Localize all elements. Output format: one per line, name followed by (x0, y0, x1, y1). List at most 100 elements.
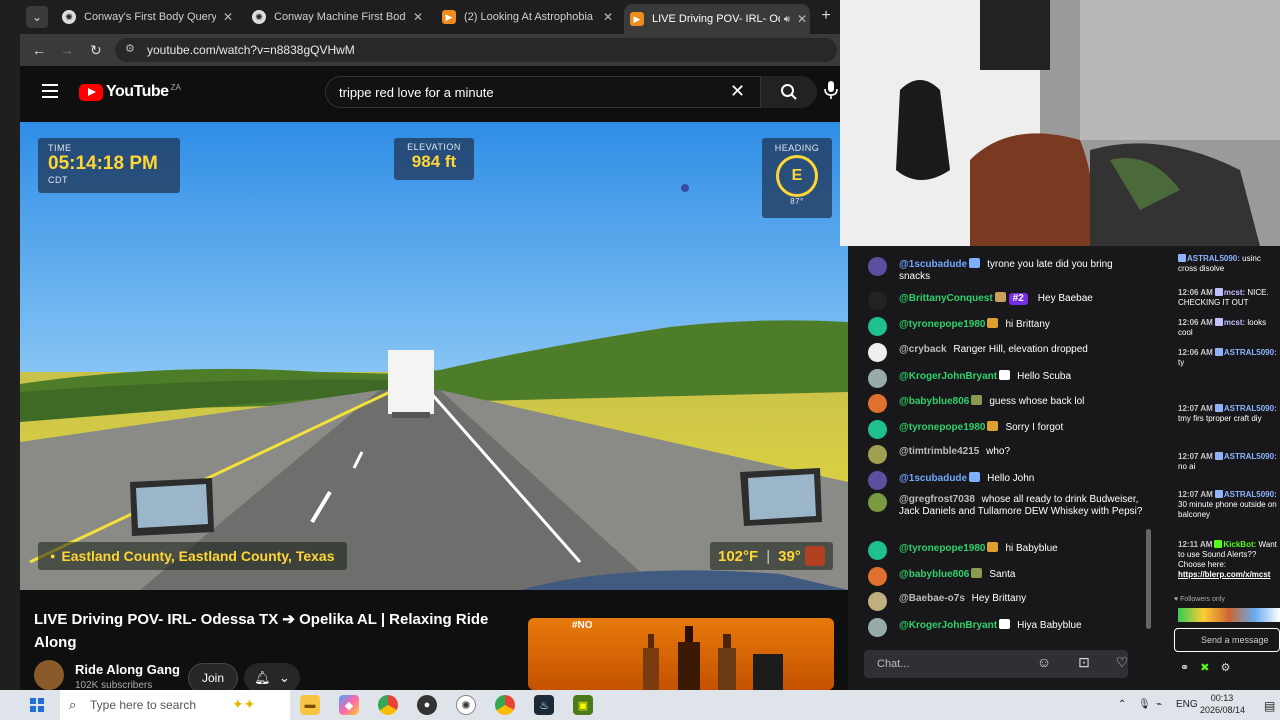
video-player[interactable]: TIME 05:14:18 PM CDT ELEVATION 984 ft HE… (20, 122, 848, 590)
chat-avatar[interactable] (868, 445, 887, 464)
chat-scrollbar[interactable] (1146, 529, 1151, 629)
reload-icon[interactable]: ↻ (90, 42, 102, 59)
chat-avatar[interactable] (868, 369, 887, 388)
stream-chat-username[interactable]: ASTRAL5090: (1224, 404, 1277, 413)
chat-avatar[interactable] (868, 291, 887, 310)
heading-overlay: HEADING E 87° (762, 138, 832, 218)
tab-1[interactable]: ✺ Conway Machine First Body De ✕ (246, 4, 426, 30)
notification-button[interactable]: 🔔︎ ⌄ (244, 663, 300, 693)
search-input[interactable]: trippe red love for a minute (325, 76, 761, 108)
stream-chat-username[interactable]: ASTRAL5090: (1187, 254, 1240, 263)
search-button[interactable] (761, 76, 817, 108)
chat-avatar[interactable] (868, 541, 887, 560)
chat-username[interactable]: @tyronepope1980 (899, 319, 985, 330)
chat-username[interactable]: @tyronepope1980 (899, 543, 985, 554)
chat-username[interactable]: @tyronepope1980 (899, 422, 985, 433)
chat-username[interactable]: @1scubadude (899, 259, 967, 270)
windows-start-icon[interactable] (30, 698, 44, 712)
chat-avatar[interactable] (868, 493, 887, 512)
copilot-icon[interactable]: ◆ (339, 695, 359, 715)
openai-icon[interactable]: ✺ (456, 695, 476, 715)
stream-chat-username[interactable]: ASTRAL5090: (1224, 490, 1277, 499)
stream-chat-username[interactable]: KickBot: (1223, 540, 1256, 549)
steam-icon[interactable]: ♨ (534, 695, 554, 715)
language-indicator[interactable]: ENG (1176, 699, 1198, 710)
chat-avatar[interactable] (868, 394, 887, 413)
user-badge-icon (969, 472, 981, 482)
chat-username[interactable]: @KrogerJohnBryant (899, 371, 997, 382)
close-tab-icon[interactable]: ✕ (220, 10, 236, 24)
ad-banner[interactable]: #NO (528, 618, 834, 690)
chat-message-body: @tyronepope1980 Sorry I forgot (899, 421, 1144, 434)
emote-row[interactable] (1178, 608, 1280, 622)
chat-avatar[interactable] (868, 471, 887, 490)
chat-avatar[interactable] (868, 317, 887, 336)
channel-avatar[interactable] (34, 660, 64, 690)
github-icon[interactable]: ● (417, 695, 437, 715)
taskbar-clock[interactable]: 00:13 2026/08/14 (1200, 692, 1245, 716)
user-badge-icon (987, 421, 999, 431)
tab-0[interactable]: ✺ Conway's First Body Query ✕ (56, 4, 236, 30)
chat-username[interactable]: @gregfrost7038 (899, 494, 975, 505)
chat-avatar[interactable] (868, 343, 887, 362)
settings-icon[interactable]: ⚙ (1221, 662, 1231, 674)
new-tab-button[interactable]: + (816, 6, 836, 26)
gift-icon[interactable]: ⊡ (1074, 654, 1094, 674)
send-message-input[interactable]: Send a message (1174, 628, 1280, 652)
stream-chat-username[interactable]: mcst: (1224, 288, 1245, 297)
chat-username[interactable]: @timtrimble4215 (899, 446, 979, 457)
tab-2[interactable]: ▶ (2) Looking At Astrophobia Ima ✕ (436, 4, 616, 30)
url-field[interactable]: ⚙ youtube.com/watch?v=n8838gQVHwM (115, 38, 837, 62)
minecraft-icon[interactable]: ▣ (573, 695, 593, 715)
chat-username[interactable]: @Baebae-o7s (899, 593, 965, 604)
notifications-icon[interactable]: ▤ (1264, 699, 1275, 713)
back-icon[interactable]: ← (32, 42, 46, 58)
logo-text: YouTube (106, 83, 169, 100)
chat-username[interactable]: @cryback (899, 344, 947, 355)
chat-username[interactable]: @babyblue806 (899, 396, 969, 407)
stream-chat-username[interactable]: mcst: (1224, 318, 1245, 327)
kick-icon[interactable]: ✖ (1200, 662, 1209, 674)
menu-icon[interactable] (42, 84, 58, 98)
speaker-icon[interactable]: 🔊︎ (784, 14, 790, 25)
chat-avatar[interactable] (868, 420, 887, 439)
forward-icon[interactable]: → (60, 42, 74, 58)
chat-username[interactable]: @BrittanyConquest (899, 293, 993, 304)
tab-search-button[interactable]: ⌄ (26, 6, 48, 28)
close-tab-icon[interactable]: ✕ (600, 10, 616, 24)
stream-chat-link[interactable]: https://blerp.com/x/mcst (1178, 570, 1270, 579)
temp-divider: | (766, 547, 771, 565)
heart-icon[interactable]: ♡ (1112, 654, 1132, 674)
stream-chat-username[interactable]: ASTRAL5090: (1224, 452, 1277, 461)
chat-username[interactable]: @KrogerJohnBryant (899, 620, 997, 631)
stream-chat-username[interactable]: ASTRAL5090: (1224, 348, 1277, 357)
taskbar-search-input[interactable]: ⌕ Type here to search ✦✦ (60, 690, 290, 720)
live-chat: @1scubadude tyrone you late did you bring… (848, 246, 1156, 690)
file-explorer-icon[interactable]: ▬ (300, 695, 320, 715)
chat-message-body: @babyblue806 guess whose back lol (899, 395, 1144, 408)
chat-avatar[interactable] (868, 567, 887, 586)
join-button[interactable]: Join (188, 663, 238, 693)
emoji-icon[interactable]: ☺ (1034, 654, 1054, 674)
chat-avatar[interactable] (868, 592, 887, 611)
chat-avatar[interactable] (868, 257, 887, 276)
chat-username[interactable]: @babyblue806 (899, 569, 969, 580)
close-tab-icon[interactable]: ✕ (410, 10, 426, 24)
chat-username[interactable]: @1scubadude (899, 473, 967, 484)
youtube-logo[interactable]: YouTube ZA (79, 83, 181, 101)
network-icon[interactable]: ⌁ (1156, 699, 1162, 710)
channel-name[interactable]: Ride Along Gang (75, 662, 180, 677)
site-info-icon[interactable]: ⚙ (125, 42, 135, 55)
message-time: 12:11 AM (1178, 540, 1213, 549)
chrome-icon[interactable] (495, 695, 515, 715)
close-tab-icon[interactable]: ✕ (794, 12, 810, 26)
tab-3-active[interactable]: ▶ LIVE Driving POV- IRL- Ode 🔊︎ ✕ (624, 4, 810, 34)
chat-avatar[interactable] (868, 618, 887, 637)
clear-search-icon[interactable]: ✕ (730, 81, 745, 102)
tray-chevron-icon[interactable]: ⌃ (1118, 699, 1126, 710)
mic-icon[interactable] (824, 80, 840, 104)
chrome-icon[interactable] (378, 695, 398, 715)
windows-taskbar: ⌕ Type here to search ✦✦ ▬ ◆ ● ✺ ♨ ▣ ⌃ 🎙… (0, 690, 1280, 720)
link-icon[interactable]: ⚭ (1180, 662, 1189, 674)
microphone-icon[interactable]: 🎙︎ (1138, 699, 1151, 710)
